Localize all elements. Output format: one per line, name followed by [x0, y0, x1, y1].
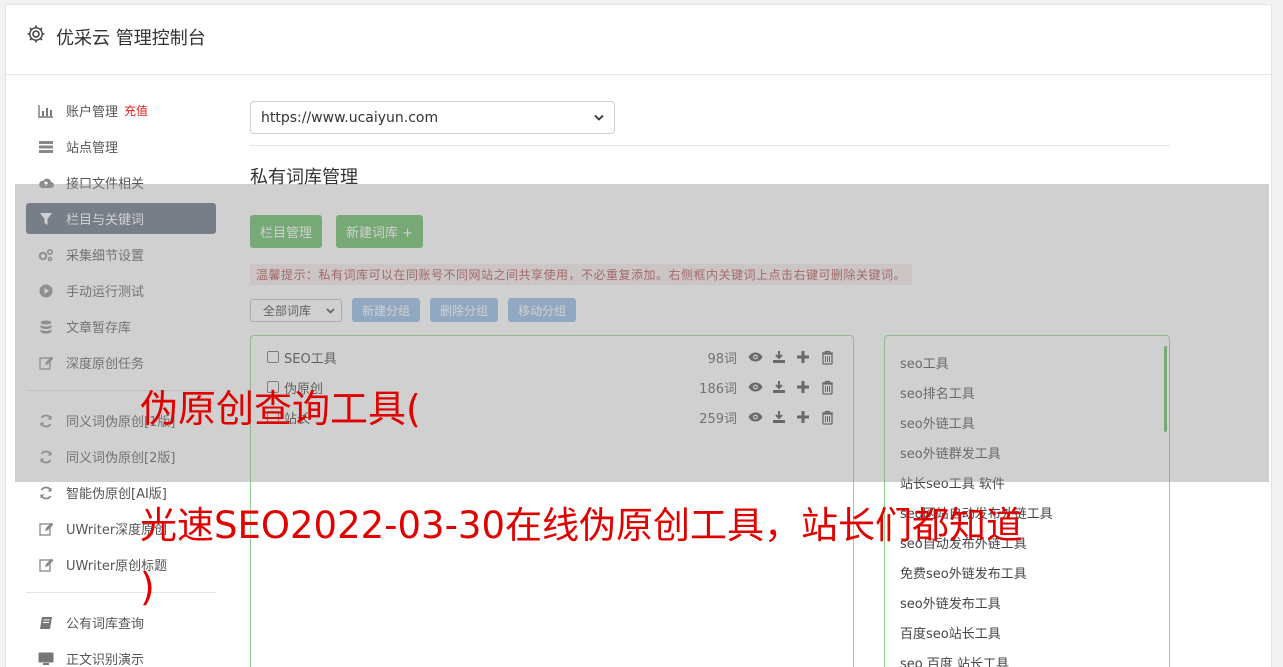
gear-icon: [26, 24, 46, 44]
divider: [250, 145, 1170, 146]
sidebar-item-label: 账户管理: [66, 105, 119, 120]
sidebar-item-label: 公有词库查询: [66, 617, 145, 632]
keyword-item[interactable]: seo 百度 站长工具: [885, 647, 1169, 667]
recharge-link[interactable]: 充值: [124, 102, 148, 119]
overlay-title-line1: 伪原创查询工具(: [140, 387, 421, 431]
site-select[interactable]: https://www.ucaiyun.com: [250, 101, 615, 134]
overlay-title-line3: ): [140, 565, 155, 609]
bar-chart-icon: [38, 103, 54, 119]
sidebar-item-sites[interactable]: 站点管理: [26, 131, 216, 162]
book-icon: [38, 615, 54, 631]
sidebar-item-text-recognition[interactable]: 正文识别演示: [26, 643, 216, 667]
sidebar-item-account[interactable]: 账户管理 充值: [26, 95, 216, 126]
refresh-icon: [38, 485, 54, 501]
sidebar-item-label: 智能伪原创[AI版]: [66, 487, 167, 502]
overlay-title-line2: 光速SEO2022-03-30在线伪原创工具，站长们都知道: [140, 504, 1024, 547]
sidebar-item-public-library[interactable]: 公有词库查询: [26, 607, 216, 638]
edit-icon: [38, 521, 54, 537]
sidebar-item-uwriter-title[interactable]: UWriter原创标题: [26, 549, 216, 580]
gray-overlay-band: [15, 184, 1269, 482]
sidebar-item-label: 正文识别演示: [66, 653, 145, 667]
keyword-item[interactable]: 免费seo外链发布工具: [885, 557, 1169, 587]
page-header-title: 优采云 管理控制台: [56, 28, 206, 49]
keyword-item[interactable]: seo外链发布工具: [885, 587, 1169, 617]
chevron-down-icon: [594, 110, 604, 126]
desktop-icon: [38, 651, 54, 667]
server-icon: [38, 139, 54, 155]
header: 优采云 管理控制台: [6, 5, 1271, 75]
sidebar-divider: [26, 592, 216, 593]
keyword-item[interactable]: 百度seo站长工具: [885, 617, 1169, 647]
site-select-value: https://www.ucaiyun.com: [261, 109, 439, 126]
edit-icon: [38, 557, 54, 573]
sidebar-item-label: 站点管理: [66, 141, 119, 156]
